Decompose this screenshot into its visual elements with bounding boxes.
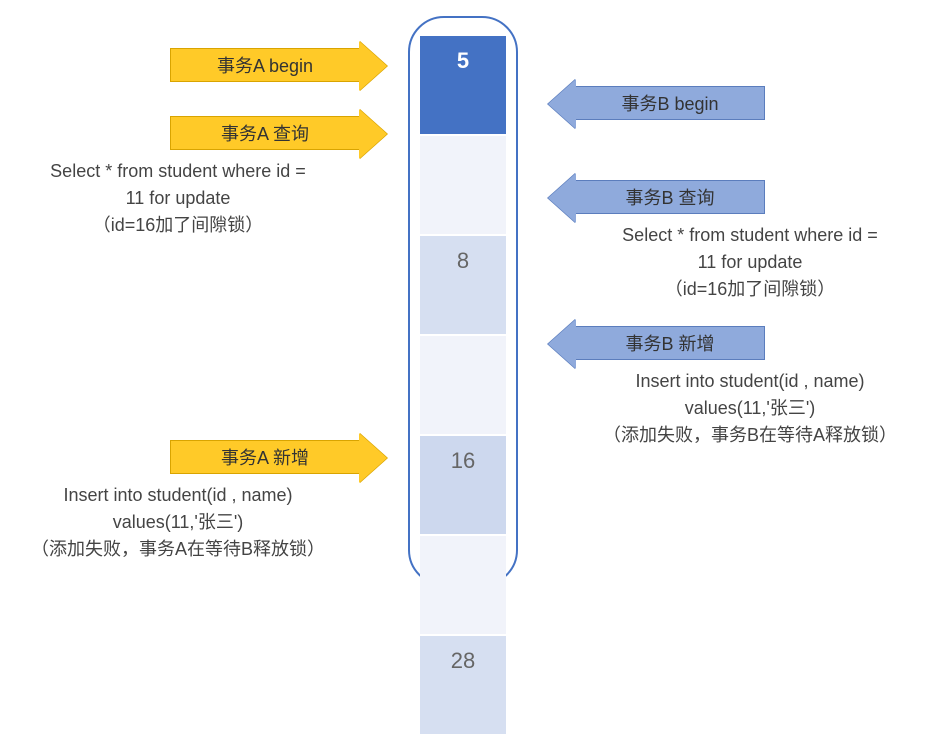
a-query-note: （id=16加了间隙锁） <box>8 212 348 239</box>
arrow-b-begin: 事务B begin <box>575 86 765 120</box>
gap-5-8 <box>420 136 506 236</box>
index-cells: 5 8 16 28 <box>420 36 506 736</box>
a-insert-sql-2: values(11,'张三') <box>8 509 348 536</box>
a-insert-note: （添加失败，事务A在等待B释放锁） <box>8 536 348 563</box>
diagram: 5 8 16 28 事务A begin 事务A 查询 Select * from… <box>0 0 945 599</box>
gap-8-16 <box>420 336 506 436</box>
arrow-b-insert: 事务B 新增 <box>575 326 765 360</box>
a-query-caption: Select * from student where id = 11 for … <box>8 158 348 239</box>
cell-8: 8 <box>420 236 506 336</box>
b-query-sql-2: 11 for update <box>560 249 940 276</box>
arrow-a-query: 事务A 查询 <box>170 116 360 150</box>
arrow-a-insert: 事务A 新增 <box>170 440 360 474</box>
b-query-sql-1: Select * from student where id = <box>560 222 940 249</box>
a-query-sql-1: Select * from student where id = <box>8 158 348 185</box>
arrow-b-query: 事务B 查询 <box>575 180 765 214</box>
gap-16-28 <box>420 536 506 636</box>
b-insert-sql-2: values(11,'张三') <box>560 395 940 422</box>
cell-16: 16 <box>420 436 506 536</box>
b-insert-sql-1: Insert into student(id , name) <box>560 368 940 395</box>
cell-28: 28 <box>420 636 506 736</box>
a-insert-sql-1: Insert into student(id , name) <box>8 482 348 509</box>
a-insert-caption: Insert into student(id , name) values(11… <box>8 482 348 563</box>
arrow-a-begin: 事务A begin <box>170 48 360 82</box>
b-query-caption: Select * from student where id = 11 for … <box>560 222 940 303</box>
a-query-sql-2: 11 for update <box>8 185 348 212</box>
b-query-note: （id=16加了间隙锁） <box>560 276 940 303</box>
cell-5: 5 <box>420 36 506 136</box>
b-insert-caption: Insert into student(id , name) values(11… <box>560 368 940 449</box>
b-insert-note: （添加失败，事务B在等待A释放锁） <box>560 422 940 449</box>
